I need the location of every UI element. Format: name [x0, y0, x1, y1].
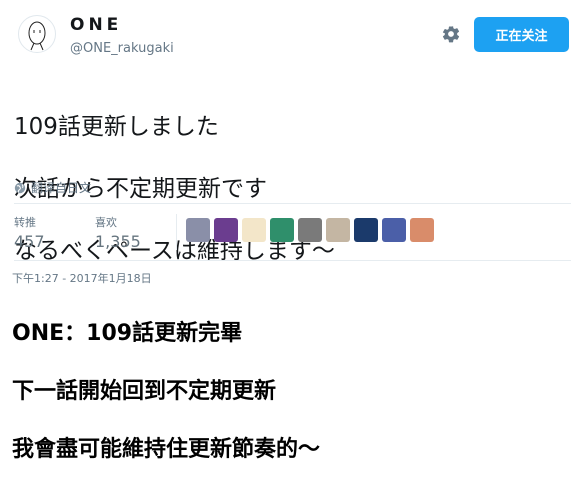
- following-button[interactable]: 正在关注: [474, 17, 569, 52]
- divider: [14, 203, 571, 204]
- liker-avatar[interactable]: [242, 218, 266, 242]
- gear-icon[interactable]: [441, 24, 461, 44]
- retweet-count: 457: [14, 232, 45, 251]
- translation-line: 下一話開始回到不定期更新: [12, 379, 277, 404]
- tweet-text: 109話更新しました 次話から不定期更新です なるべくペースは維持します～: [14, 81, 574, 298]
- user-handle[interactable]: @ONE_rakugaki: [70, 41, 174, 56]
- liker-avatar[interactable]: [382, 218, 406, 242]
- retweet-stat[interactable]: 转推 457: [14, 214, 45, 251]
- tweet-line: 次話から不定期更新です: [14, 176, 267, 202]
- like-label: 喜欢: [95, 216, 117, 229]
- liker-avatar[interactable]: [410, 218, 434, 242]
- translation-line: ONE：109話更新完畢: [12, 321, 243, 346]
- liker-avatar[interactable]: [214, 218, 238, 242]
- tweet-line: 109話更新しました: [14, 114, 219, 140]
- liker-avatar[interactable]: [186, 218, 210, 242]
- like-stat[interactable]: 喜欢 1,355: [95, 214, 141, 251]
- divider: [14, 260, 571, 261]
- translate-link[interactable]: 翻译自日文: [14, 179, 91, 196]
- translation-line: 我會盡可能維持住更新節奏的～: [12, 437, 321, 462]
- liker-avatars: [186, 218, 434, 242]
- liker-avatar[interactable]: [326, 218, 350, 242]
- globe-icon: [14, 182, 26, 193]
- liker-avatar[interactable]: [270, 218, 294, 242]
- like-count: 1,355: [95, 232, 141, 251]
- translate-label[interactable]: 翻译自日文: [31, 179, 91, 196]
- stat-separator: [176, 214, 177, 250]
- liker-avatar[interactable]: [354, 218, 378, 242]
- retweet-label: 转推: [14, 216, 36, 229]
- avatar[interactable]: [18, 15, 56, 53]
- liker-avatar[interactable]: [298, 218, 322, 242]
- timestamp[interactable]: 下午1:27 - 2017年1月18日: [12, 270, 152, 286]
- display-name[interactable]: ONE: [70, 15, 122, 35]
- overlay-translation: ONE：109話更新完畢 下一話開始回到不定期更新 我會盡可能維持住更新節奏的～: [12, 290, 572, 493]
